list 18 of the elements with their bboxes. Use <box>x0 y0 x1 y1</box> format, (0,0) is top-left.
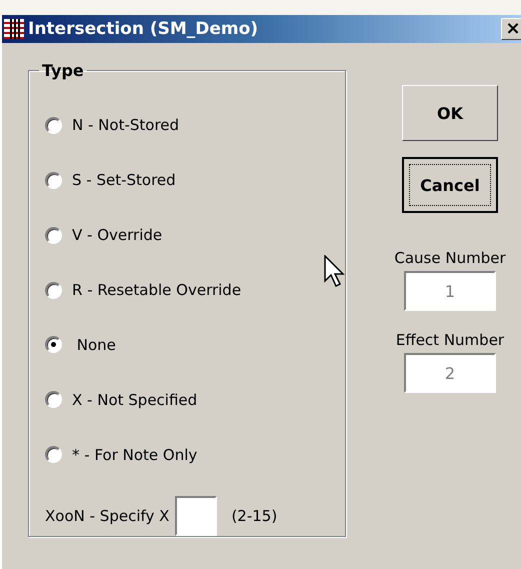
radio-option[interactable]: * - For Note Only <box>45 427 345 482</box>
group-title: Type <box>41 61 85 80</box>
radio-option[interactable]: X - Not Specified <box>45 372 345 428</box>
dialog-button[interactable]: Cancel <box>402 157 498 213</box>
window-title: Intersection (SM_Demo) <box>28 19 260 39</box>
radio-option[interactable]: None <box>45 317 345 372</box>
field-label: Cause Number <box>394 249 506 267</box>
dialog-button[interactable]: OK <box>402 85 498 141</box>
input-field[interactable] <box>175 496 218 536</box>
range-label: (2-15) <box>231 507 278 526</box>
radio-option[interactable]: S - Set-Stored <box>45 152 345 208</box>
radio-option[interactable]: V - Override <box>45 208 345 263</box>
field-label: XooN - Specify X <box>45 507 170 526</box>
grid-icon <box>4 19 24 39</box>
close-button[interactable]: × <box>501 18 521 40</box>
field-label: Effect Number <box>396 331 504 349</box>
radio-option[interactable]: R - Resetable Override <box>45 262 345 318</box>
radio-option[interactable]: N - Not-Stored <box>45 98 345 153</box>
